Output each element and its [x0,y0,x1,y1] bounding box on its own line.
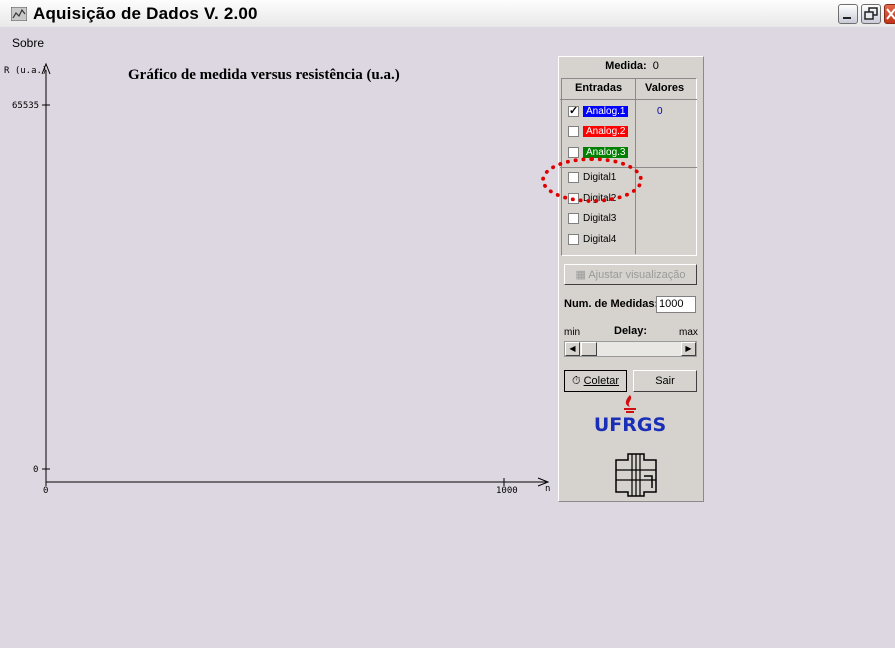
delay-max-label: max [679,327,698,338]
y-tick-label-zero: 0 [33,465,38,475]
y-axis-label: R (u.a.) [4,66,47,76]
minimize-icon [843,17,851,19]
chart-title: Gráfico de medida versus resistência (u.… [128,67,400,83]
medida-value: 0 [652,60,659,72]
digital4-checkbox-row[interactable]: Digital4 [568,232,616,247]
chart-adjust-icon: ▦ [575,269,589,281]
adjust-view-label: Ajustar visualização [588,269,686,281]
grid-divider [635,78,636,254]
digital4-checkbox[interactable] [568,234,579,245]
entradas-header: Entradas [575,82,623,94]
x-tick-label-max: 1000 [496,486,518,496]
y-tick-label-max: 65535 [12,101,39,111]
analog1-checkbox[interactable] [568,104,579,117]
digital3-checkbox-row[interactable]: Digital3 [568,211,616,226]
digital4-label: Digital4 [583,234,617,245]
adjust-view-button[interactable]: ▦ Ajustar visualização [564,264,697,285]
digital3-label: Digital3 [583,213,617,224]
ufrgs-flame-icon [624,395,636,413]
analog1-checkbox-row[interactable]: Analog.1 [568,104,629,119]
minimize-button[interactable] [838,4,858,24]
analog1-value: 0 [657,106,663,117]
medida-readout: Medida: 0 [559,60,705,72]
close-icon [886,8,895,20]
analog2-checkbox-row[interactable]: Analog.2 [568,124,629,139]
scroll-left-button[interactable]: ◀ [565,342,580,356]
sair-label: Sair [655,375,675,387]
valores-header: Valores [645,82,685,94]
x-tick-label-zero: 0 [43,486,48,496]
num-medidas-label: Num. de Medidas: [564,298,659,310]
highlight-circle [541,157,643,203]
medida-label: Medida: [605,60,647,72]
digital3-checkbox[interactable] [568,213,579,224]
delay-min-label: min [564,327,581,338]
restore-button[interactable] [861,4,881,24]
delay-label: Delay: [614,325,648,337]
sair-button[interactable]: Sair [633,370,697,392]
restore-icon [864,7,878,20]
delay-slider[interactable]: ◀ ▶ [564,341,697,357]
close-button[interactable] [884,4,895,24]
x-axis-label: n [545,484,550,494]
slider-thumb[interactable] [581,342,597,356]
scroll-right-button[interactable]: ▶ [681,342,696,356]
coletar-label: Coletar [583,375,620,387]
grid-header-line [560,99,697,100]
analog2-checkbox[interactable] [568,126,579,137]
stopwatch-icon: ⏱ [571,375,584,387]
coletar-button[interactable]: ⏱ Coletar [564,370,627,392]
num-medidas-input[interactable]: 1000 [656,296,696,313]
analog3-checkbox[interactable] [568,147,579,158]
analog2-label: Analog.2 [583,126,629,137]
ufrgs-logo: UFRGS [593,414,667,436]
institute-logo-icon [615,453,657,497]
analog1-label: Analog.1 [583,106,629,117]
